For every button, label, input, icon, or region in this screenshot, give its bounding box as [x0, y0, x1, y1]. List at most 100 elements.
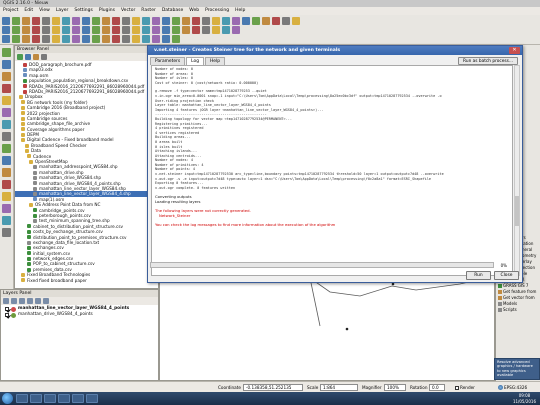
menu-item-help[interactable]: Help — [235, 7, 245, 15]
toolbar-tool-icon[interactable] — [52, 26, 60, 34]
add-layer-icon[interactable] — [2, 120, 11, 129]
browser-item[interactable]: Fixed fixed broadband paper — [15, 278, 158, 283]
toolbar-tool-icon[interactable] — [212, 17, 220, 25]
toolbar-tool-icon[interactable] — [192, 26, 200, 34]
filter-icon[interactable] — [33, 54, 39, 60]
menu-item-settings[interactable]: Settings — [74, 7, 92, 15]
menu-item-processing[interactable]: Processing — [205, 7, 229, 15]
toolbar-tool-icon[interactable] — [32, 17, 40, 25]
toolbar-tool-icon[interactable] — [202, 17, 210, 25]
toolbar-tool-icon[interactable] — [162, 26, 170, 34]
layer-visibility-checkbox[interactable] — [5, 307, 9, 311]
toolbar-tool-icon[interactable] — [92, 17, 100, 25]
toolbar-tool-icon[interactable] — [82, 17, 90, 25]
toolbar-tool-icon[interactable] — [282, 17, 290, 25]
close-icon[interactable]: ✕ — [509, 47, 520, 54]
toolbar-tool-icon[interactable] — [132, 17, 140, 25]
scrollbar-thumb[interactable] — [515, 196, 519, 226]
menu-item-vector[interactable]: Vector — [121, 7, 135, 15]
add-icon[interactable] — [17, 54, 23, 60]
toolbar-tool-icon[interactable] — [172, 35, 180, 43]
render-checkbox[interactable] — [455, 385, 459, 390]
add-layer-icon[interactable] — [2, 72, 11, 81]
toolbar-tool-icon[interactable] — [162, 17, 170, 25]
toolbar-tool-icon[interactable] — [92, 26, 100, 34]
toolbar-tool-icon[interactable] — [122, 17, 130, 25]
crs-status[interactable]: EPSG:4326 — [498, 384, 527, 391]
toolbar-tool-icon[interactable] — [12, 26, 20, 34]
menu-item-plugins[interactable]: Plugins — [99, 7, 115, 15]
taskbar-app-icon[interactable] — [30, 394, 42, 403]
menu-item-database[interactable]: Database — [162, 7, 183, 15]
taskbar-app-icon[interactable] — [72, 394, 84, 403]
toolbar-tool-icon[interactable] — [292, 17, 300, 25]
collapse-icon[interactable] — [41, 54, 47, 60]
taskbar-app-icon[interactable] — [58, 394, 70, 403]
toolbar-tool-icon[interactable] — [172, 17, 180, 25]
close-button[interactable]: Close — [494, 271, 519, 280]
toolbar-tool-icon[interactable] — [92, 35, 100, 43]
toolbar-tool-icon[interactable] — [52, 17, 60, 25]
toolbar-tool-icon[interactable] — [162, 35, 170, 43]
toolbar-tool-icon[interactable] — [72, 17, 80, 25]
toolbar-tool-icon[interactable] — [42, 26, 50, 34]
add-layer-icon[interactable] — [2, 108, 11, 117]
toolbar-tool-icon[interactable] — [102, 26, 110, 34]
coordinate-field[interactable]: -0.138358,51.252135 — [243, 384, 303, 391]
refresh-icon[interactable] — [25, 54, 31, 60]
collapse-icon[interactable] — [35, 298, 41, 304]
toolbar-tool-icon[interactable] — [32, 26, 40, 34]
toolbar-tool-icon[interactable] — [222, 17, 230, 25]
toolbar-tool-icon[interactable] — [22, 35, 30, 43]
menu-item-web[interactable]: Web — [189, 7, 199, 15]
tab-help[interactable]: Help — [204, 57, 225, 65]
add-layer-icon[interactable] — [2, 204, 11, 213]
taskbar-clock[interactable]: 09:08 11/05/2016 — [513, 393, 536, 404]
toolbar-tool-icon[interactable] — [62, 35, 70, 43]
add-layer-icon[interactable] — [2, 96, 11, 105]
add-layer-icon[interactable] — [2, 192, 11, 201]
tab-parameters[interactable]: Parameters — [150, 57, 186, 65]
toolbox-item[interactable]: Scripts — [496, 307, 540, 313]
toolbar-tool-icon[interactable] — [182, 26, 190, 34]
add-layer-icon[interactable] — [2, 144, 11, 153]
toolbar-tool-icon[interactable] — [62, 26, 70, 34]
add-layer-icon[interactable] — [2, 48, 11, 57]
run-button[interactable]: Run — [466, 271, 491, 280]
toolbar-tool-icon[interactable] — [142, 35, 150, 43]
taskbar-app-icon[interactable] — [16, 394, 28, 403]
scale-field[interactable]: 1:864 — [320, 384, 358, 391]
toolbar-tool-icon[interactable] — [152, 35, 160, 43]
toolbar-tool-icon[interactable] — [102, 35, 110, 43]
add-layer-icon[interactable] — [2, 228, 11, 237]
toolbar-tool-icon[interactable] — [232, 26, 240, 34]
rotation-field[interactable]: 0.0 — [429, 384, 445, 391]
menu-item-edit[interactable]: Edit — [24, 7, 33, 15]
toolbar-tool-icon[interactable] — [22, 17, 30, 25]
toolbar-tool-icon[interactable] — [82, 26, 90, 34]
log-output[interactable]: Number of nodes: 0 Number of areas: 0 Numb… — [151, 65, 513, 276]
menu-item-project[interactable]: Project — [3, 7, 18, 15]
toolbar-tool-icon[interactable] — [72, 26, 80, 34]
menu-item-raster[interactable]: Raster — [141, 7, 156, 15]
toolbar-tool-icon[interactable] — [272, 17, 280, 25]
menu-item-layer[interactable]: Layer — [56, 7, 69, 15]
add-group-icon[interactable] — [11, 298, 17, 304]
toolbar-tool-icon[interactable] — [22, 26, 30, 34]
toolbar-tool-icon[interactable] — [32, 35, 40, 43]
toolbar-tool-icon[interactable] — [152, 26, 160, 34]
toolbar-tool-icon[interactable] — [202, 26, 210, 34]
toolbar-tool-icon[interactable] — [142, 17, 150, 25]
toolbar-tool-icon[interactable] — [132, 26, 140, 34]
render-toggle[interactable]: Render — [455, 384, 475, 391]
toolbar-tool-icon[interactable] — [42, 35, 50, 43]
taskbar-app-icon[interactable] — [44, 394, 56, 403]
run-batch-button[interactable]: Run as batch process... — [458, 57, 518, 65]
toolbar-tool-icon[interactable] — [172, 26, 180, 34]
add-layer-icon[interactable] — [2, 216, 11, 225]
toolbar-tool-icon[interactable] — [212, 26, 220, 34]
expand-icon[interactable] — [27, 298, 33, 304]
toolbar-tool-icon[interactable] — [102, 17, 110, 25]
layer-item[interactable]: manhattan_drive_WGS84_4_points — [1, 312, 158, 318]
add-layer-icon[interactable] — [2, 132, 11, 141]
